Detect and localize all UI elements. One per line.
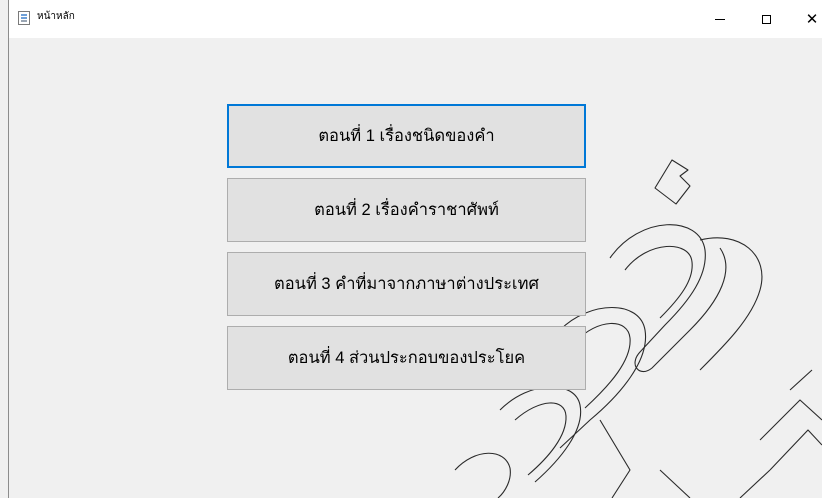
maximize-button[interactable] [743,0,789,38]
document-icon [18,11,30,25]
chapter-4-button[interactable]: ตอนที่ 4 ส่วนประกอบของประโยค [227,326,586,390]
maximize-icon [761,14,771,24]
main-window: หน้าหลัก ✕ [8,0,822,498]
chapter-3-button[interactable]: ตอนที่ 3 คำที่มาจากภาษาต่างประเทศ [227,252,586,316]
window-title: หน้าหลัก [37,11,75,22]
minimize-icon [715,18,725,20]
close-button[interactable]: ✕ [789,0,822,38]
minimize-button[interactable] [697,0,743,38]
title-bar[interactable]: หน้าหลัก ✕ [9,0,822,38]
close-icon: ✕ [805,9,819,28]
chapter-2-button[interactable]: ตอนที่ 2 เรื่องคำราชาศัพท์ [227,178,586,242]
chapter-1-button[interactable]: ตอนที่ 1 เรื่องชนิดของคำ [227,104,586,168]
